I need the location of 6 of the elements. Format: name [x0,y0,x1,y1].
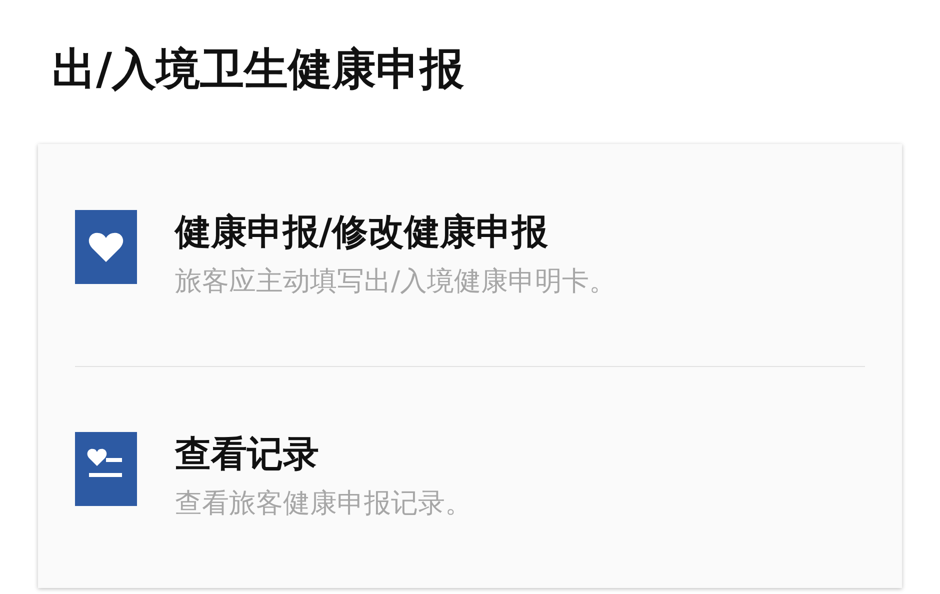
health-record-icon [75,432,137,506]
page-title: 出/入境卫生健康申报 [52,43,466,97]
menu-item-description: 查看旅客健康申报记录。 [175,487,472,522]
menu-item-title[interactable]: 查看记录 [175,433,472,478]
menu-item-description: 旅客应主动填写出/入境健康申明卡。 [175,264,616,299]
menu-item-title[interactable]: 健康申报/修改健康申报 [175,210,616,255]
